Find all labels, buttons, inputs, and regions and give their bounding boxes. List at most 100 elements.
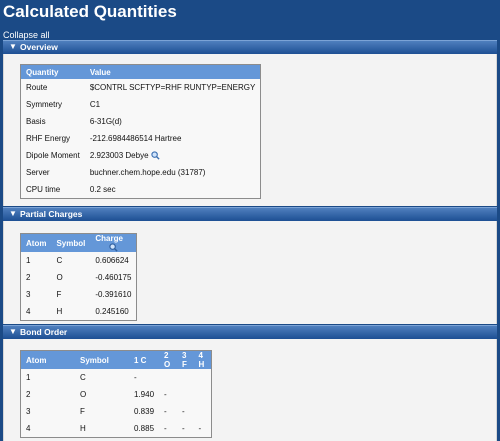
bond-cell xyxy=(194,386,212,403)
symbol-cell: O xyxy=(56,273,63,283)
table-row: 3 F -0.391610 xyxy=(21,286,137,303)
table-row: Route $CONTRL SCFTYP=RHF RUNTYP=ENERGY xyxy=(21,79,261,96)
bond-cell: - xyxy=(164,390,167,399)
page-title: Calculated Quantities xyxy=(3,2,177,21)
table-row: 2 O -0.460175 xyxy=(21,269,137,286)
section-body-partial-charges: Atom Symbol Charge 1 C 0.606624 2 O -0.4… xyxy=(3,221,497,324)
charge-header-label: Charge xyxy=(95,234,123,243)
chevron-down-icon: ▼ xyxy=(9,327,17,336)
chevron-down-icon: ▼ xyxy=(9,209,17,218)
bond-cell xyxy=(194,369,212,386)
table-row: 4 H 0.245160 xyxy=(21,303,137,321)
atom-cell: 3 xyxy=(26,290,31,300)
bond-cell xyxy=(194,403,212,420)
atom-cell: 2 xyxy=(26,273,31,283)
column-header: Quantity xyxy=(20,64,85,79)
symbol-cell: O xyxy=(80,390,87,399)
table-row: Basis 6-31G(d) xyxy=(21,113,261,130)
quantity-cell: Symmetry xyxy=(26,100,62,109)
column-header: Atom xyxy=(20,233,52,253)
section-body-bond-order: Atom Symbol 1 C 2 O 3 F 4 H 1 C - 2 O 1.… xyxy=(3,339,497,441)
table-row: 1 C 0.606624 xyxy=(21,252,137,269)
column-header: Symbol xyxy=(51,233,91,253)
column-header: 3 F xyxy=(176,350,194,369)
collapse-all-link[interactable]: Collapse all xyxy=(3,30,50,40)
atom-cell: 4 xyxy=(26,424,31,433)
bond-cell: - xyxy=(181,424,185,433)
quantity-cell: CPU time xyxy=(26,185,61,194)
bond-cell: 1.940 xyxy=(134,390,155,399)
column-header: 1 C xyxy=(129,350,160,369)
overview-table: Quantity Value Route $CONTRL SCFTYP=RHF … xyxy=(20,64,262,199)
bond-cell: - xyxy=(164,424,167,433)
column-header: Value xyxy=(84,64,261,79)
atom-cell: 1 xyxy=(26,256,31,266)
value-cell: 6-31G(d) xyxy=(89,117,122,126)
atom-cell: 4 xyxy=(26,307,31,317)
quantity-cell: RHF Energy xyxy=(26,134,71,143)
table-header-row: Atom Symbol 1 C 2 O 3 F 4 H xyxy=(20,350,212,369)
bond-cell: - xyxy=(164,407,167,416)
symbol-cell: H xyxy=(80,424,86,433)
charge-cell: 0.245160 xyxy=(95,307,129,317)
symbol-cell: F xyxy=(80,407,85,416)
bond-cell: - xyxy=(198,424,202,433)
atom-cell: 2 xyxy=(26,390,31,399)
partial-charges-table: Atom Symbol Charge 1 C 0.606624 2 O -0.4… xyxy=(20,233,138,322)
table-header-row: Atom Symbol Charge xyxy=(20,233,137,253)
table-row: 4 H 0.885 - - - xyxy=(21,420,212,438)
section-header-partial-charges[interactable]: ▼ Partial Charges xyxy=(3,207,497,221)
column-header: 2 O xyxy=(159,350,177,369)
value-cell: $CONTRL SCFTYP=RHF RUNTYP=ENERGY xyxy=(89,83,256,92)
value-cell: C1 xyxy=(89,100,101,109)
section-header-bond-order[interactable]: ▼ Bond Order xyxy=(3,325,497,339)
atom-cell: 1 xyxy=(26,373,31,382)
quantity-cell: Basis xyxy=(26,117,46,126)
bond-cell xyxy=(159,369,177,386)
charge-cell: -0.460175 xyxy=(95,273,132,283)
table-row: Dipole Moment 2.923003 Debye xyxy=(21,147,261,164)
table-row: 2 O 1.940 - xyxy=(21,386,212,403)
table-header-row: Quantity Value xyxy=(20,64,261,79)
value-cell: 0.2 sec xyxy=(89,185,116,194)
charge-cell: 0.606624 xyxy=(95,256,129,266)
atom-cell: 3 xyxy=(26,407,31,416)
symbol-cell: F xyxy=(56,290,62,300)
quantity-cell: Server xyxy=(26,168,50,177)
bond-cell xyxy=(177,386,194,403)
symbol-cell: C xyxy=(80,373,86,382)
symbol-cell: C xyxy=(56,256,63,266)
quantity-cell: Route xyxy=(26,83,48,92)
bond-cell: - xyxy=(181,407,185,416)
section-body-overview: Quantity Value Route $CONTRL SCFTYP=RHF … xyxy=(3,54,497,206)
column-header: 4 H xyxy=(193,350,212,369)
bond-cell xyxy=(177,369,194,386)
bond-cell: 0.839 xyxy=(134,407,155,416)
bond-order-table: Atom Symbol 1 C 2 O 3 F 4 H 1 C - 2 O 1.… xyxy=(20,350,212,438)
column-header: Charge xyxy=(90,233,137,253)
section-title-bond-order: Bond Order xyxy=(20,327,68,337)
charge-cell: -0.391610 xyxy=(95,290,132,300)
bond-cell: - xyxy=(134,373,137,382)
bond-cell: 0.885 xyxy=(134,424,155,433)
table-row: 1 C - xyxy=(21,369,212,386)
table-row: Server buchner.chem.hope.edu (31787) xyxy=(21,164,261,181)
section-title-partial-charges: Partial Charges xyxy=(20,209,83,219)
table-row: CPU time 0.2 sec xyxy=(21,181,261,199)
column-header: Symbol xyxy=(75,350,129,369)
quantity-cell: Dipole Moment xyxy=(26,151,80,160)
magnifier-icon[interactable] xyxy=(151,151,160,160)
section-header-overview[interactable]: ▼ Overview xyxy=(3,40,497,54)
value-cell: 2.923003 Debye xyxy=(85,147,261,164)
value-cell: -212.6984486514 Hartree xyxy=(89,134,182,143)
table-row: RHF Energy -212.6984486514 Hartree xyxy=(21,130,261,147)
dipole-value: 2.923003 Debye xyxy=(89,150,149,160)
symbol-cell: H xyxy=(56,307,63,317)
section-title-overview: Overview xyxy=(20,42,58,52)
chevron-down-icon: ▼ xyxy=(9,42,17,51)
table-row: Symmetry C1 xyxy=(21,96,261,113)
table-row: 3 F 0.839 - - xyxy=(21,403,212,420)
column-header: Atom xyxy=(20,350,75,369)
value-cell: buchner.chem.hope.edu (31787) xyxy=(89,168,206,177)
magnifier-icon[interactable] xyxy=(109,243,118,252)
